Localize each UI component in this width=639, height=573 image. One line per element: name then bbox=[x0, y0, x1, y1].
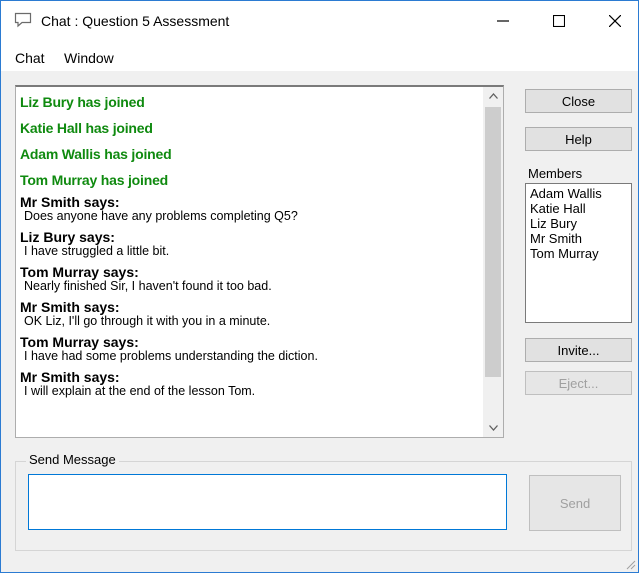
close-button[interactable]: Close bbox=[525, 89, 632, 113]
message-input[interactable] bbox=[28, 474, 507, 530]
message-text: OK Liz, I'll go through it with you in a… bbox=[24, 314, 271, 328]
menu-bar: Chat Window bbox=[1, 41, 638, 71]
chat-log-content: Liz Bury has joined Katie Hall has joine… bbox=[20, 91, 480, 405]
scroll-thumb[interactable] bbox=[485, 107, 501, 377]
minimize-icon bbox=[497, 20, 509, 22]
resize-grip-icon[interactable] bbox=[624, 558, 636, 570]
message-sender: Mr Smith says: bbox=[20, 299, 120, 315]
menu-chat[interactable]: Chat bbox=[15, 50, 45, 66]
chat-bubble-icon bbox=[14, 12, 32, 28]
minimize-button[interactable] bbox=[480, 1, 526, 41]
message-text: I have struggled a little bit. bbox=[24, 244, 170, 258]
member-item[interactable]: Katie Hall bbox=[530, 201, 627, 216]
message-sender: Mr Smith says: bbox=[20, 194, 120, 210]
members-label: Members bbox=[528, 166, 583, 181]
eject-button[interactable]: Eject... bbox=[525, 371, 632, 395]
message-sender: Liz Bury says: bbox=[20, 229, 115, 245]
chat-message: Mr Smith says: Does anyone have any prob… bbox=[20, 195, 480, 224]
invite-button[interactable]: Invite... bbox=[525, 338, 632, 362]
message-sender: Mr Smith says: bbox=[20, 369, 120, 385]
help-button[interactable]: Help bbox=[525, 127, 632, 151]
chat-message: Mr Smith says: OK Liz, I'll go through i… bbox=[20, 300, 480, 329]
title-bar: Chat : Question 5 Assessment bbox=[1, 1, 638, 41]
members-list[interactable]: Adam Wallis Katie Hall Liz Bury Mr Smith… bbox=[525, 183, 632, 323]
chat-log[interactable]: Liz Bury has joined Katie Hall has joine… bbox=[15, 85, 504, 438]
scroll-down-button[interactable] bbox=[483, 419, 503, 437]
message-text: Does anyone have any problems completing… bbox=[24, 209, 298, 223]
member-item[interactable]: Tom Murray bbox=[530, 246, 627, 261]
close-window-button[interactable] bbox=[592, 1, 638, 41]
member-item[interactable]: Mr Smith bbox=[530, 231, 627, 246]
chat-message: Liz Bury says: I have struggled a little… bbox=[20, 230, 480, 259]
send-button[interactable]: Send bbox=[529, 475, 621, 531]
join-notice: Katie Hall has joined bbox=[20, 120, 153, 136]
maximize-button[interactable] bbox=[536, 1, 582, 41]
maximize-icon bbox=[553, 15, 565, 27]
chat-window: Chat : Question 5 Assessment Chat Window… bbox=[0, 0, 639, 573]
message-text: I have had some problems understanding t… bbox=[24, 349, 318, 363]
message-text: I will explain at the end of the lesson … bbox=[24, 384, 256, 398]
chat-message: Tom Murray says: I have had some problem… bbox=[20, 335, 480, 364]
message-sender: Tom Murray says: bbox=[20, 264, 139, 280]
join-notice: Adam Wallis has joined bbox=[20, 146, 172, 162]
send-message-label: Send Message bbox=[26, 452, 119, 467]
join-notice: Liz Bury has joined bbox=[20, 94, 145, 110]
close-icon bbox=[609, 15, 621, 27]
chevron-up-icon bbox=[488, 93, 498, 99]
message-text: Nearly finished Sir, I haven't found it … bbox=[24, 279, 272, 293]
scroll-up-button[interactable] bbox=[483, 87, 503, 105]
chat-message: Tom Murray says: Nearly finished Sir, I … bbox=[20, 265, 480, 294]
member-item[interactable]: Liz Bury bbox=[530, 216, 627, 231]
chat-log-scrollbar[interactable] bbox=[483, 87, 503, 437]
member-item[interactable]: Adam Wallis bbox=[530, 186, 627, 201]
chat-message: Mr Smith says: I will explain at the end… bbox=[20, 370, 480, 399]
menu-window[interactable]: Window bbox=[64, 50, 114, 66]
window-title: Chat : Question 5 Assessment bbox=[41, 13, 230, 29]
chevron-down-icon bbox=[488, 425, 498, 431]
join-notice: Tom Murray has joined bbox=[20, 172, 169, 188]
message-sender: Tom Murray says: bbox=[20, 334, 139, 350]
